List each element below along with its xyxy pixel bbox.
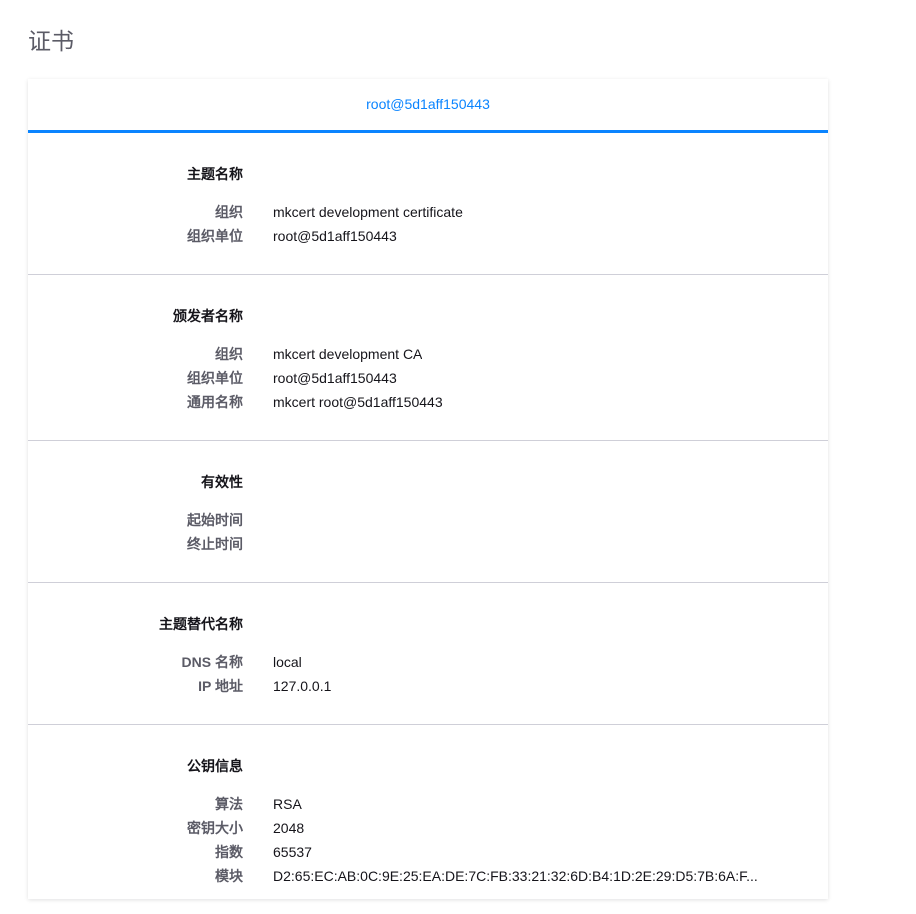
field-label: 终止时间 xyxy=(187,536,243,552)
field-label: 组织单位 xyxy=(187,370,243,386)
validity-section: 有效性 起始时间 终止时间 xyxy=(28,441,828,583)
field-value: mkcert root@5d1aff150443 xyxy=(273,394,443,410)
page-title: 证书 xyxy=(28,28,74,54)
field-label: 组织 xyxy=(215,346,243,362)
field-label: IP 地址 xyxy=(198,678,243,694)
info-row: 密钥大小 2048 xyxy=(28,816,828,840)
field-value: root@5d1aff150443 xyxy=(273,228,397,244)
field-label: 起始时间 xyxy=(187,512,243,528)
info-row: 算法 RSA xyxy=(28,792,828,816)
info-row: 组织单位 root@5d1aff150443 xyxy=(28,224,828,248)
field-label: 密钥大小 xyxy=(187,820,243,836)
info-row: IP 地址 127.0.0.1 xyxy=(28,674,828,698)
section-title: 有效性 xyxy=(201,474,243,490)
field-label: 模块 xyxy=(215,868,243,884)
info-row: 组织单位 root@5d1aff150443 xyxy=(28,366,828,390)
info-row: 组织 mkcert development certificate xyxy=(28,200,828,224)
certificate-card: root@5d1aff150443 主题名称 组织 mkcert develop… xyxy=(28,79,828,899)
info-row: 组织 mkcert development CA xyxy=(28,342,828,366)
subject-alt-names-section: 主题替代名称 DNS 名称 local IP 地址 127.0.0.1 xyxy=(28,583,828,725)
info-row: 起始时间 xyxy=(28,508,828,532)
certificate-tab-bar: root@5d1aff150443 xyxy=(28,79,828,133)
info-row: 指数 65537 xyxy=(28,840,828,864)
info-row: 模块 D2:65:EC:AB:0C:9E:25:EA:DE:7C:FB:33:2… xyxy=(28,864,828,888)
field-label: 算法 xyxy=(215,796,243,812)
field-label: 组织 xyxy=(215,204,243,220)
section-title: 主题名称 xyxy=(187,166,243,182)
field-value: mkcert development CA xyxy=(273,346,423,362)
subject-name-section: 主题名称 组织 mkcert development certificate 组… xyxy=(28,133,828,275)
field-label: 通用名称 xyxy=(187,394,243,410)
info-row: 终止时间 xyxy=(28,532,828,556)
field-label: 组织单位 xyxy=(187,228,243,244)
field-label: 指数 xyxy=(215,844,243,860)
field-value: root@5d1aff150443 xyxy=(273,370,397,386)
field-value: 65537 xyxy=(273,844,312,860)
info-row: 通用名称 mkcert root@5d1aff150443 xyxy=(28,390,828,414)
section-title: 公钥信息 xyxy=(187,758,243,774)
section-title: 颁发者名称 xyxy=(173,308,243,324)
issuer-name-section: 颁发者名称 组织 mkcert development CA 组织单位 root… xyxy=(28,275,828,441)
field-value: mkcert development certificate xyxy=(273,204,463,220)
section-title: 主题替代名称 xyxy=(159,616,243,632)
field-value: RSA xyxy=(273,796,302,812)
field-value: local xyxy=(273,654,302,670)
info-row: DNS 名称 local xyxy=(28,650,828,674)
field-value: 127.0.0.1 xyxy=(273,678,332,694)
field-label: DNS 名称 xyxy=(181,654,243,670)
field-value: 2048 xyxy=(273,820,305,836)
field-value: D2:65:EC:AB:0C:9E:25:EA:DE:7C:FB:33:21:3… xyxy=(273,868,758,884)
tab-certificate-root[interactable]: root@5d1aff150443 xyxy=(358,79,498,130)
